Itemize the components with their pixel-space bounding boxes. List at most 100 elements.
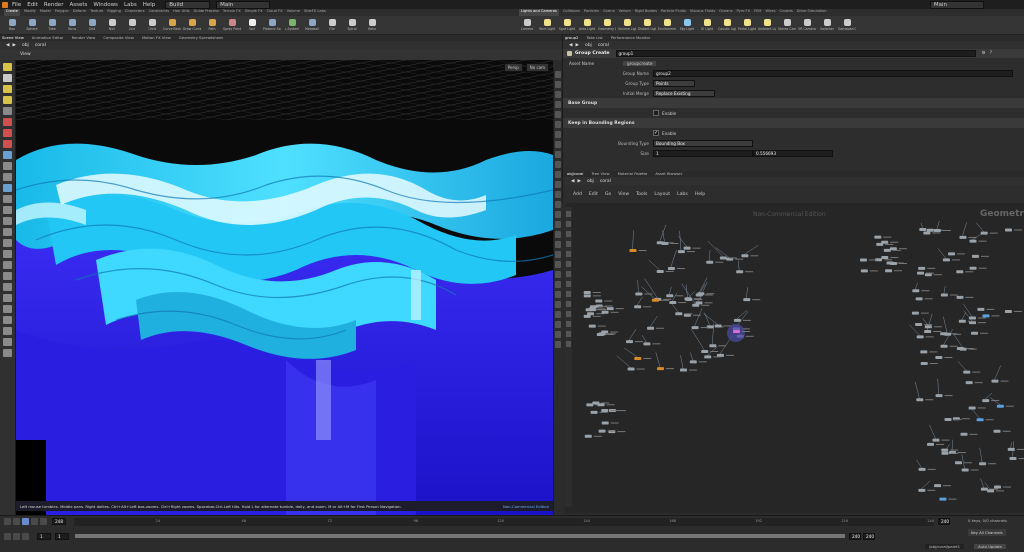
gear-icon[interactable]: ⚙ — [982, 51, 986, 56]
tool-volume-light[interactable]: Volume Light — [618, 17, 636, 31]
path-coral[interactable]: coral — [35, 43, 46, 48]
network-node[interactable] — [982, 314, 990, 318]
network-node[interactable] — [918, 266, 926, 270]
desktop-selector[interactable]: Build — [165, 0, 211, 9]
shelf-left-tab-hair-utils[interactable]: Hair Utils — [173, 9, 189, 16]
audio-icon[interactable] — [22, 532, 29, 540]
group-name-field[interactable]: group2 — [653, 69, 1013, 77]
display-option-icon[interactable] — [555, 81, 561, 88]
viewport-tool-icon[interactable] — [3, 239, 12, 247]
network-node[interactable] — [627, 367, 635, 371]
network-node[interactable] — [968, 316, 976, 320]
display-option-icon[interactable] — [555, 331, 561, 338]
tool-environment-light[interactable]: Environment Light — [658, 17, 676, 31]
network-node[interactable] — [590, 410, 598, 414]
param-path-obj[interactable]: obj — [585, 43, 592, 48]
shelf-left-tab-characters[interactable]: Characters — [125, 9, 145, 16]
shelf-right-tab-grains[interactable]: Grains — [603, 9, 615, 16]
shelf-right-tab-wires[interactable]: Wires — [766, 9, 776, 16]
network-node[interactable] — [733, 318, 741, 322]
network-node[interactable] — [667, 267, 675, 271]
network-node[interactable] — [915, 297, 923, 301]
viewport-tool-icon[interactable] — [3, 283, 12, 291]
network-node[interactable] — [683, 246, 691, 250]
network-node[interactable] — [923, 231, 931, 235]
network-node[interactable] — [940, 344, 948, 348]
network-node[interactable] — [942, 258, 950, 262]
network-node[interactable] — [968, 406, 976, 410]
display-option-icon[interactable] — [555, 141, 561, 148]
tool-font[interactable]: Font — [243, 17, 261, 31]
play-end-icon[interactable] — [40, 518, 47, 525]
tab-obj-coral[interactable]: obj/coral — [567, 171, 583, 177]
viewport-tool-icon[interactable] — [3, 129, 12, 137]
range-start-field-2[interactable]: 1 — [55, 532, 69, 540]
tool-gi-light[interactable]: GI Light — [698, 17, 716, 31]
network-node[interactable] — [977, 307, 985, 311]
network-node[interactable] — [961, 468, 969, 472]
network-node[interactable] — [969, 266, 977, 270]
viewport-tool-icon[interactable] — [3, 206, 12, 214]
tool-platonic-solids[interactable]: Platonic Solids — [263, 17, 281, 31]
net-menu-edit[interactable]: Edit — [589, 192, 598, 197]
network-node[interactable] — [709, 344, 717, 348]
network-node[interactable] — [976, 418, 984, 422]
tool-circle[interactable]: Circle — [143, 17, 161, 31]
tool-geometry-light[interactable]: Geometry Light — [598, 17, 616, 31]
display-option-icon[interactable] — [555, 91, 561, 98]
tool-area-light[interactable]: Area Light — [578, 17, 596, 31]
network-node[interactable] — [629, 249, 637, 253]
network-node[interactable] — [885, 269, 893, 273]
shelf-left-tab-volume[interactable]: Volume — [287, 9, 300, 16]
network-node[interactable] — [996, 404, 1004, 408]
range-end-field[interactable]: 240 — [849, 532, 861, 540]
param-path-coral[interactable]: coral — [598, 43, 609, 48]
stop-icon[interactable] — [22, 518, 29, 525]
loop-icon[interactable] — [4, 532, 11, 540]
network-node[interactable] — [963, 370, 971, 374]
network-node[interactable] — [656, 269, 664, 273]
network-node[interactable] — [956, 295, 964, 299]
display-option-icon[interactable] — [555, 121, 561, 128]
tool-sky-light[interactable]: Sky Light — [678, 17, 696, 31]
tab-asset-browser[interactable]: Asset Browser — [655, 171, 682, 177]
net-menu-help[interactable]: Help — [695, 192, 705, 197]
tool-l-system[interactable]: L-System — [283, 17, 301, 31]
tab-material-palette[interactable]: Material Palette — [618, 171, 648, 177]
network-node[interactable] — [1009, 457, 1017, 461]
shelf-left-tab-create[interactable]: Create — [4, 9, 20, 16]
network-node[interactable] — [634, 305, 642, 309]
path-obj[interactable]: obj — [22, 43, 29, 48]
network-node[interactable] — [719, 256, 727, 260]
shelf-right-tab-vellum[interactable]: Vellum — [619, 9, 631, 16]
persp-menu[interactable]: Persp — [503, 63, 523, 72]
network-node[interactable] — [588, 324, 596, 328]
network-node[interactable] — [741, 254, 749, 258]
network-node[interactable] — [918, 488, 926, 492]
camera-menu[interactable]: No cam — [525, 63, 549, 72]
network-node[interactable] — [948, 252, 956, 256]
display-option-icon[interactable] — [555, 131, 561, 138]
viewport-tool-icon[interactable] — [3, 250, 12, 258]
network-node[interactable] — [601, 421, 609, 425]
menu-windows[interactable]: Windows — [93, 2, 118, 8]
network-back-icon[interactable]: ◀ — [571, 179, 574, 184]
auto-update-button[interactable]: Auto Update — [974, 544, 1006, 549]
tool-torus[interactable]: Torus — [63, 17, 81, 31]
tool-draw-curve[interactable]: Draw Curve — [183, 17, 201, 31]
display-option-icon[interactable] — [555, 321, 561, 328]
network-node[interactable] — [924, 330, 932, 333]
display-option-icon[interactable] — [555, 341, 561, 348]
network-node[interactable] — [1004, 309, 1012, 313]
tool-ambient-light[interactable]: Ambient Light — [758, 17, 776, 31]
viewport-tool-icon[interactable] — [3, 272, 12, 280]
display-option-icon[interactable] — [555, 161, 561, 168]
viewport-tool-icon[interactable] — [3, 74, 12, 82]
network-node[interactable] — [666, 294, 674, 298]
tool-point-light[interactable]: Point Light — [538, 17, 556, 31]
network-node[interactable] — [933, 229, 941, 233]
menu-labs[interactable]: Labs — [124, 2, 137, 8]
network-view[interactable]: Non-Commercial Edition Geometry — [565, 203, 1024, 513]
network-node[interactable] — [675, 312, 683, 316]
node-name-field[interactable]: group1 — [615, 50, 976, 57]
